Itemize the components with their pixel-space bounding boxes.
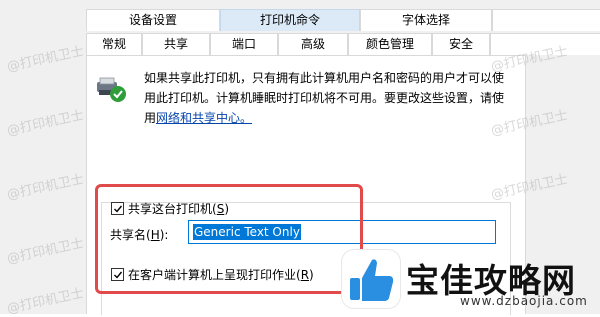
tab-printer-commands[interactable]: 打印机命令 xyxy=(220,9,360,31)
network-sharing-center-link[interactable]: 网络和共享中心。 xyxy=(156,111,252,125)
checkmark-icon xyxy=(113,205,122,213)
printer-properties-dialog: 设备设置 打印机命令 字体选择 常规 共享 端口 高级 颜色管理 安全 如果共享… xyxy=(0,0,600,317)
info-line-2: 用此打印机。计算机睡眠时打印机将不可用。要更改这些设置，请使 xyxy=(144,91,505,105)
render-jobs-label: 在客户端计算机上呈现打印作业(R) xyxy=(128,268,314,282)
tab-row-upper: 设备设置 打印机命令 字体选择 xyxy=(86,9,600,31)
sharing-info-text: 如果共享此打印机，只有拥有此计算机用户名和密码的用户才可以使 用此打印机。计算机… xyxy=(144,68,522,128)
logo-badge xyxy=(342,250,400,308)
logo-url: www.dzbaojia.com xyxy=(460,294,588,308)
thumbs-up-logo-icon xyxy=(350,259,394,301)
share-printer-label: 共享这台打印机(S) xyxy=(128,202,229,216)
watermark: @打印机卫士 xyxy=(5,44,86,75)
info-line-3-prefix: 用 xyxy=(144,111,157,125)
tab-row-lower: 常规 共享 端口 高级 颜色管理 安全 xyxy=(86,33,600,55)
tab-ports[interactable]: 端口 xyxy=(210,33,278,55)
tab-general[interactable]: 常规 xyxy=(86,33,142,55)
share-name-input[interactable]: Generic Text Only xyxy=(188,220,496,244)
watermark: @打印机卫士 xyxy=(5,108,86,139)
share-name-label: 共享名(H): xyxy=(110,228,169,242)
checkbox-box[interactable] xyxy=(111,268,124,281)
tab-security[interactable]: 安全 xyxy=(432,33,490,55)
shared-printer-icon xyxy=(97,77,126,102)
watermark: @打印机卫士 xyxy=(5,286,86,317)
info-line-3: 用网络和共享中心。 xyxy=(144,108,522,128)
tab-advanced[interactable]: 高级 xyxy=(278,33,348,55)
share-name-value: Generic Text Only xyxy=(193,224,301,240)
site-logo: 宝佳攻略网 www.dzbaojia.com xyxy=(342,250,600,314)
tab-row-filler xyxy=(490,33,600,55)
tab-font-selection[interactable]: 字体选择 xyxy=(360,9,492,31)
tab-color-management[interactable]: 颜色管理 xyxy=(348,33,432,55)
watermark: @打印机卫士 xyxy=(5,236,86,267)
tab-sharing[interactable]: 共享 xyxy=(142,33,210,55)
tab-device-settings[interactable]: 设备设置 xyxy=(86,9,220,31)
render-jobs-checkbox[interactable]: 在客户端计算机上呈现打印作业(R) xyxy=(111,266,314,283)
share-printer-checkbox[interactable]: 共享这台打印机(S) xyxy=(111,200,229,217)
info-line-1: 如果共享此打印机，只有拥有此计算机用户名和密码的用户才可以使 xyxy=(144,71,505,85)
checkbox-box[interactable] xyxy=(111,202,124,215)
checkmark-icon xyxy=(113,271,122,279)
tab-row-filler xyxy=(492,9,600,31)
watermark: @打印机卫士 xyxy=(5,172,86,203)
